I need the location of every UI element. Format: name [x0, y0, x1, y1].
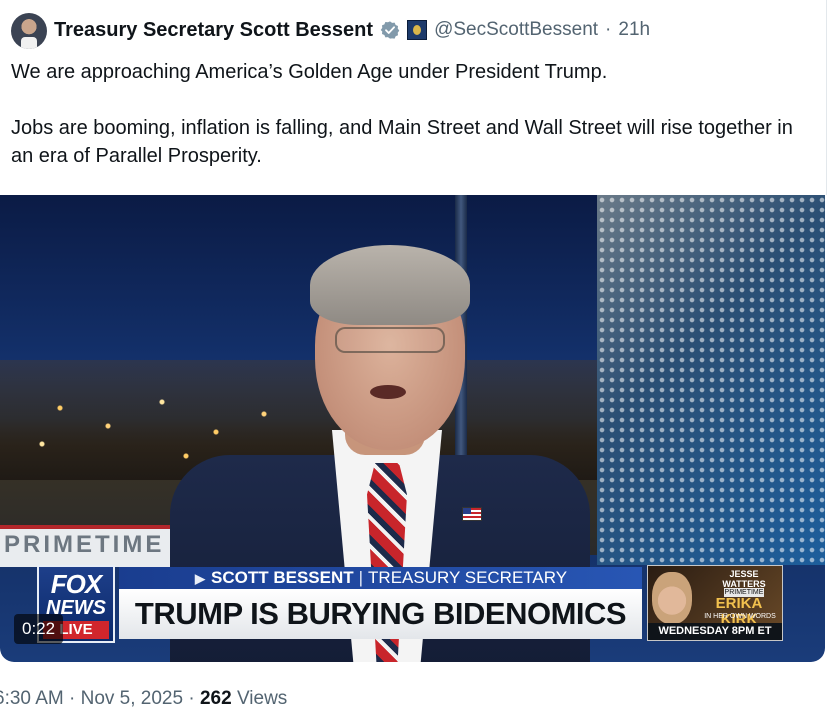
promo-airtime: WEDNESDAY 8PM ET [648, 623, 782, 640]
government-affiliation-icon[interactable] [407, 20, 428, 40]
promo-show-name: JESSE WATTERS [708, 569, 780, 589]
tweet-time-ago[interactable]: 21h [618, 19, 650, 41]
speaker-mouth [370, 385, 406, 399]
meta-separator: · [188, 688, 195, 709]
video-player[interactable]: PRIMETIME FOX NEWS LIVE ▶ SCOTT BESSENT | T… [0, 195, 825, 662]
primetime-backdrop-text: PRIMETIME [4, 531, 165, 558]
promo-guest-photo [652, 572, 692, 624]
meta-separator: · [69, 688, 76, 709]
views-count: 262 [199, 688, 232, 709]
tweet-paragraph: We are approaching America’s Golden Age … [11, 61, 608, 83]
author-handle[interactable]: @SecScottBessent [434, 19, 598, 41]
eyeglasses [335, 327, 445, 353]
play-triangle-icon: ▶ [195, 571, 205, 586]
flag-lapel-pin-icon [462, 507, 482, 521]
show-promo: JESSE WATTERS PRIMETIME ERIKA KIRK IN HE… [647, 565, 783, 641]
tweet-header: Treasury Secretary Scott Bessent @SecSco… [54, 15, 650, 45]
chyron-headline: TRUMP IS BURYING BIDENOMICS [119, 589, 642, 639]
tweet-card[interactable]: Treasury Secretary Scott Bessent @SecSco… [0, 0, 827, 195]
verified-badge-icon[interactable] [380, 20, 400, 40]
led-panel [597, 195, 825, 565]
author-name[interactable]: Treasury Secretary Scott Bessent [54, 19, 373, 42]
tweet-text: We are approaching America’s Golden Age … [11, 58, 811, 170]
promo-tagline: IN HER OWN WORDS [704, 613, 776, 620]
chyron-name: SCOTT BESSENT [211, 568, 354, 587]
chyron-nameplate: ▶ SCOTT BESSENT | TREASURY SECRETARY [119, 567, 642, 589]
author-avatar[interactable] [11, 13, 47, 49]
views-label: Views [236, 688, 288, 709]
chyron-title: TREASURY SECRETARY [368, 568, 568, 587]
post-date[interactable]: Nov 5, 2025 [81, 688, 183, 709]
video-duration: 0:22 [14, 614, 64, 644]
chyron-divider: | [358, 568, 364, 587]
post-time[interactable]: 6:30 AM [0, 688, 64, 709]
speaker-hair [310, 245, 470, 325]
tweet-paragraph: Jobs are booming, inflation is falling, … [11, 117, 793, 167]
logo-fox-text: FOX [50, 569, 102, 599]
header-separator: · [605, 19, 612, 40]
promo-show-line: JESSE [729, 569, 759, 579]
